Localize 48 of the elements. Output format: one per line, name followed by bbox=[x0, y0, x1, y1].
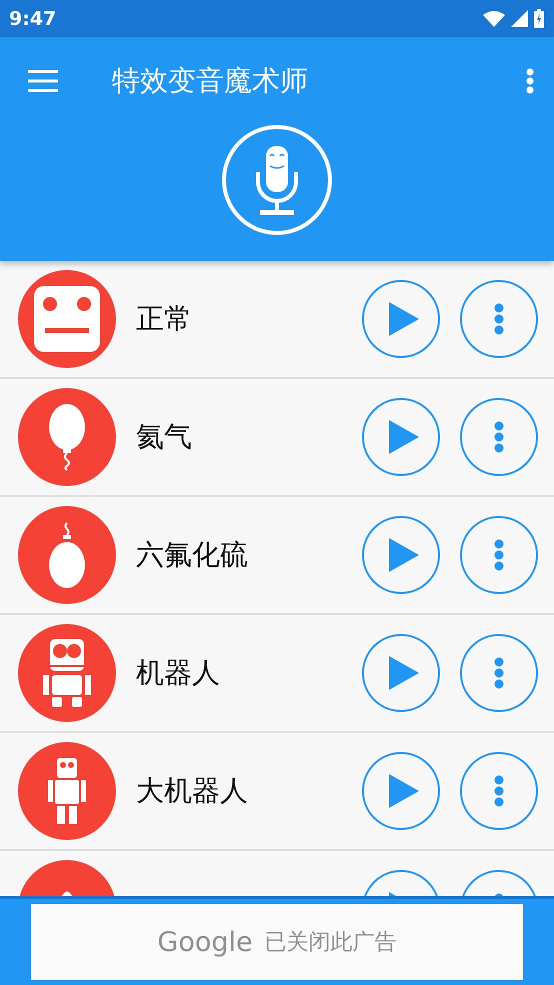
wifi-icon bbox=[483, 10, 505, 26]
more-icon bbox=[494, 539, 504, 571]
effect-row[interactable]: 六氟化硫 bbox=[0, 497, 554, 615]
face-icon bbox=[33, 285, 101, 353]
signal-icon bbox=[511, 10, 528, 27]
more-icon bbox=[526, 68, 534, 94]
effect-row[interactable]: 正常 bbox=[0, 261, 554, 379]
play-button[interactable] bbox=[362, 280, 440, 358]
ad-brand: Google bbox=[157, 926, 253, 958]
app-title: 特效变音魔术师 bbox=[112, 63, 309, 99]
menu-icon bbox=[28, 70, 58, 92]
more-options-button[interactable] bbox=[526, 68, 534, 94]
effect-name: 氦气 bbox=[136, 419, 193, 455]
options-button[interactable] bbox=[460, 516, 538, 594]
robot-icon bbox=[43, 639, 91, 707]
effect-name: 六氟化硫 bbox=[136, 537, 249, 573]
balloon-icon bbox=[47, 521, 87, 589]
options-button[interactable] bbox=[460, 634, 538, 712]
menu-button[interactable] bbox=[28, 70, 58, 92]
effect-row[interactable]: 机器人 bbox=[0, 615, 554, 733]
options-button[interactable] bbox=[460, 398, 538, 476]
effect-name: 正常 bbox=[136, 301, 193, 337]
microphone-icon bbox=[256, 144, 298, 216]
effect-name: 大机器人 bbox=[136, 773, 249, 809]
robot-icon bbox=[48, 758, 86, 824]
status-time: 9:47 bbox=[9, 8, 56, 30]
play-icon bbox=[389, 302, 419, 336]
play-button[interactable] bbox=[362, 398, 440, 476]
play-button[interactable] bbox=[362, 752, 440, 830]
battery-icon bbox=[534, 9, 544, 28]
effect-row[interactable]: 氦气 bbox=[0, 379, 554, 497]
play-icon bbox=[389, 420, 419, 454]
play-button[interactable] bbox=[362, 516, 440, 594]
more-icon bbox=[494, 303, 504, 335]
record-button[interactable] bbox=[222, 125, 332, 235]
ad-closed-text: 已关闭此广告 bbox=[264, 929, 397, 957]
more-icon bbox=[494, 775, 504, 807]
play-icon bbox=[389, 656, 419, 690]
play-button[interactable] bbox=[362, 634, 440, 712]
balloon-icon bbox=[47, 403, 87, 471]
play-icon bbox=[389, 774, 419, 808]
more-icon bbox=[494, 421, 504, 453]
more-icon bbox=[494, 657, 504, 689]
effect-row[interactable]: 大机器人 bbox=[0, 733, 554, 851]
options-button[interactable] bbox=[460, 280, 538, 358]
play-icon bbox=[389, 538, 419, 572]
options-button[interactable] bbox=[460, 752, 538, 830]
effect-name: 机器人 bbox=[136, 655, 221, 691]
